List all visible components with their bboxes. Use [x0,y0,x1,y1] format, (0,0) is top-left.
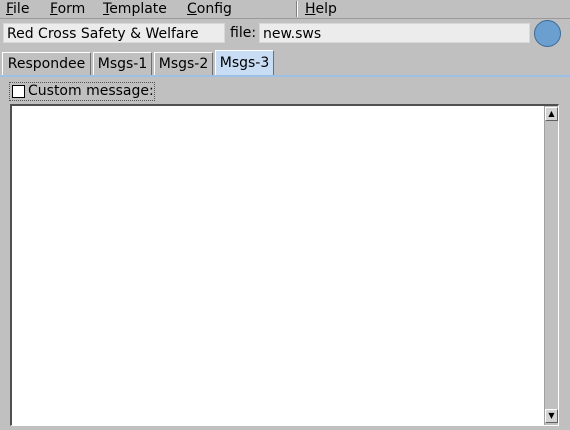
menu-separator [296,1,298,17]
tab-respondee[interactable]: Respondee [2,52,91,75]
status-indicator [534,20,561,47]
message-scrollbar[interactable]: ▲ ▼ [544,106,558,425]
file-label: file: [230,25,257,41]
menu-bar: File Form Template Config Help [0,0,570,19]
custom-message-label[interactable]: Custom message: [28,82,154,100]
custom-message-textarea[interactable] [10,104,559,426]
form-title-field: Red Cross Safety & Welfare [3,23,225,43]
custom-message-checkbox[interactable] [12,85,25,98]
file-name-field[interactable]: new.sws [259,23,530,43]
arrow-down-icon[interactable]: ▼ [545,409,558,423]
menu-file[interactable]: File [6,0,29,18]
tab-msgs-2[interactable]: Msgs-2 [154,52,213,75]
menu-form[interactable]: Form [50,0,85,18]
menu-config[interactable]: Config [187,0,232,18]
tab-msgs-3[interactable]: Msgs-3 [215,50,274,75]
menu-template[interactable]: Template [103,0,167,18]
menu-help[interactable]: Help [305,0,337,18]
arrow-up-icon[interactable]: ▲ [545,107,558,121]
tab-msgs-1[interactable]: Msgs-1 [93,52,152,75]
tab-underline [0,75,570,77]
